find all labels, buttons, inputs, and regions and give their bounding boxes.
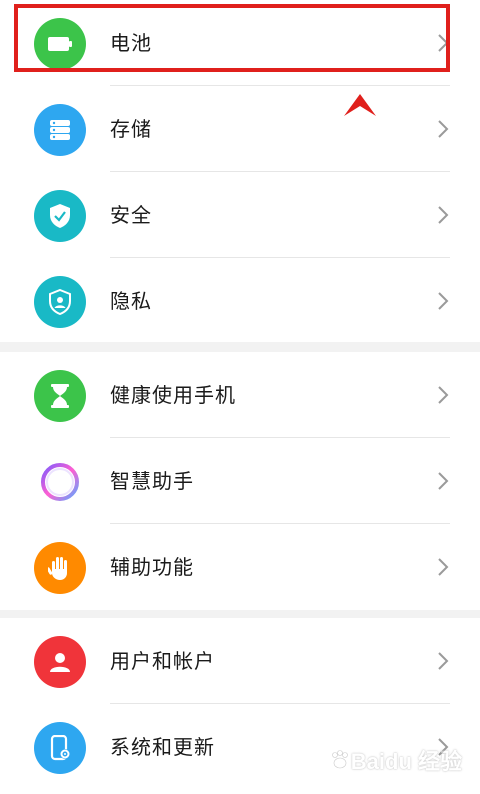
watermark-text: Baidu 经验 — [350, 749, 462, 774]
settings-group-2: 健康使用手机 智慧助手 辅助功能 — [0, 352, 480, 610]
assistant-ring-icon — [34, 456, 86, 508]
paw-icon — [331, 750, 348, 769]
privacy-shield-icon — [34, 276, 86, 328]
chevron-right-icon — [438, 292, 449, 310]
settings-item-label: 系统和更新 — [110, 735, 215, 759]
hand-icon — [34, 542, 86, 594]
settings-group-1: 电池 存储 安全 隐私 — [0, 0, 480, 342]
chevron-right-icon — [438, 34, 449, 52]
chevron-right-icon — [438, 386, 449, 404]
hourglass-icon — [34, 370, 86, 422]
baidu-watermark: Baidu 经验 — [329, 744, 462, 776]
settings-item-label: 用户和帐户 — [110, 649, 215, 673]
settings-item-label: 隐私 — [110, 289, 152, 313]
settings-item-label: 智慧助手 — [110, 469, 194, 493]
phone-settings-icon — [34, 722, 86, 774]
settings-item-label: 辅助功能 — [110, 555, 194, 579]
user-icon — [34, 636, 86, 688]
pointer-arrow-icon — [344, 94, 376, 116]
settings-item-storage[interactable]: 存储 — [0, 86, 480, 172]
settings-item-label: 电池 — [110, 31, 152, 55]
chevron-right-icon — [438, 120, 449, 138]
chevron-right-icon — [438, 652, 449, 670]
settings-item-battery[interactable]: 电池 — [0, 0, 480, 86]
settings-item-label: 健康使用手机 — [110, 383, 236, 407]
settings-item-label: 安全 — [110, 203, 152, 227]
chevron-right-icon — [438, 206, 449, 224]
chevron-right-icon — [438, 472, 449, 490]
settings-item-digital-balance[interactable]: 健康使用手机 — [0, 352, 480, 438]
settings-item-label: 存储 — [110, 117, 152, 141]
settings-item-accessibility[interactable]: 辅助功能 — [0, 524, 480, 610]
chevron-right-icon — [438, 558, 449, 576]
settings-item-smart-assistant[interactable]: 智慧助手 — [0, 438, 480, 524]
shield-check-icon — [34, 190, 86, 242]
settings-item-security[interactable]: 安全 — [0, 172, 480, 258]
battery-icon — [34, 18, 86, 70]
storage-icon — [34, 104, 86, 156]
settings-item-users-accounts[interactable]: 用户和帐户 — [0, 618, 480, 704]
settings-item-privacy[interactable]: 隐私 — [0, 258, 480, 344]
